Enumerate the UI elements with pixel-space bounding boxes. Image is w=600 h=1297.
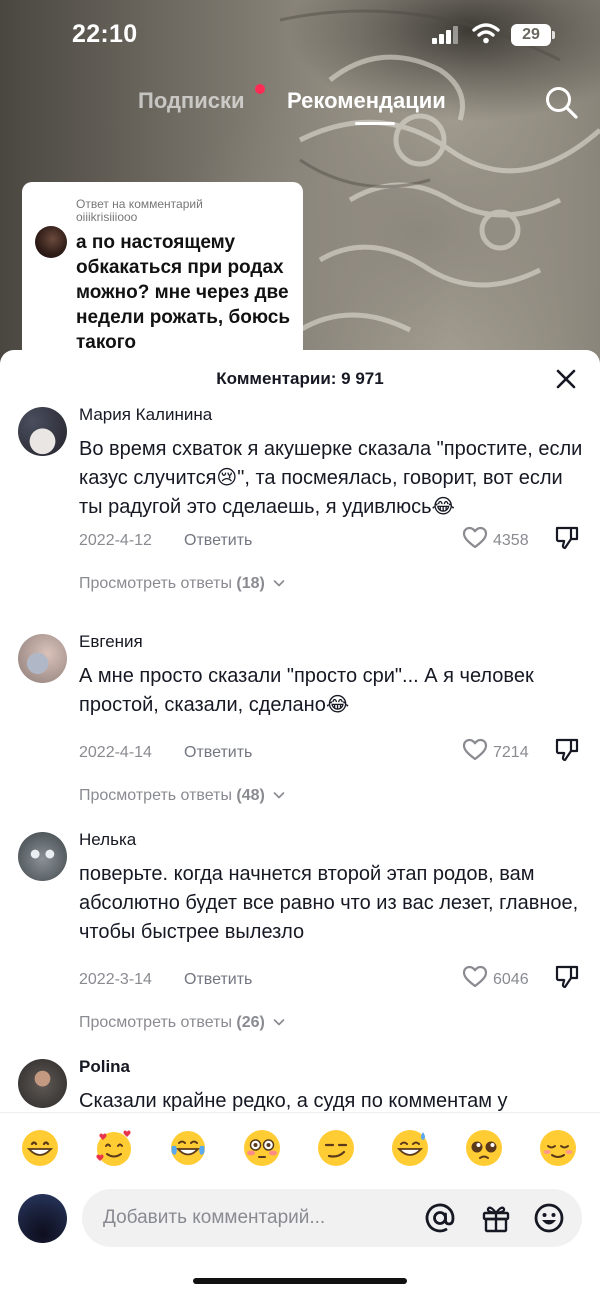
grinning-face-emoji[interactable] xyxy=(20,1128,60,1168)
smiling-face-with-hearts-emoji[interactable] xyxy=(94,1128,134,1168)
comment-text: поверьте. когда начнется второй этап род… xyxy=(79,863,579,943)
comment-input[interactable]: Добавить комментарий... xyxy=(82,1189,582,1247)
view-replies-button[interactable]: Просмотреть ответы (48) xyxy=(79,787,285,805)
emoji-picker-icon[interactable] xyxy=(533,1202,565,1234)
view-replies-label: Просмотреть ответы xyxy=(79,1014,232,1031)
comment-item: Евгения А мне просто сказали "просто сри… xyxy=(0,631,600,829)
heart-icon[interactable] xyxy=(462,964,488,990)
view-replies-label: Просмотреть ответы xyxy=(79,787,232,804)
reply-username: oiiikrisiiiooo xyxy=(76,210,138,224)
comment-text: Во время схваток я акушерке сказала "про… xyxy=(79,438,583,518)
active-tab-indicator xyxy=(355,122,395,125)
status-time: 22:10 xyxy=(72,20,138,48)
smirking-face-emoji[interactable] xyxy=(316,1128,356,1168)
comments-list[interactable]: Мария Калинина Во время схваток я акушер… xyxy=(0,404,600,1112)
tab-for-you[interactable]: Рекомендации xyxy=(287,88,446,114)
comment-date: 2022-4-14 xyxy=(79,744,152,761)
chevron-down-icon xyxy=(273,1019,285,1026)
chevron-down-icon xyxy=(273,580,285,587)
battery-indicator: 29 xyxy=(511,24,551,46)
signal-icon xyxy=(432,26,458,44)
view-replies-button[interactable]: Просмотреть ответы (26) xyxy=(79,1014,285,1032)
comments-title: Комментарии: 9 971 xyxy=(216,369,384,388)
heart-icon[interactable] xyxy=(462,525,488,551)
reply-avatar xyxy=(35,226,67,258)
comments-sheet: Комментарии: 9 971 Мария Калинина Во вре… xyxy=(0,350,600,1297)
comment-item: Мария Калинина Во время схваток я акушер… xyxy=(0,404,600,631)
chevron-down-icon xyxy=(273,792,285,799)
like-count: 7214 xyxy=(493,744,529,761)
replies-count: (18) xyxy=(236,575,265,592)
comment-author[interactable]: Евгения xyxy=(79,632,143,652)
wifi-icon xyxy=(472,23,500,44)
comment-text: А мне просто сказали "просто сри"... А я… xyxy=(79,665,534,716)
heart-icon[interactable] xyxy=(462,737,488,763)
comment-date: 2022-4-12 xyxy=(79,532,152,549)
comment-date: 2022-3-14 xyxy=(79,971,152,988)
avatar[interactable] xyxy=(18,1059,67,1108)
avatar[interactable] xyxy=(18,407,67,456)
like-count: 4358 xyxy=(493,532,529,549)
gift-icon[interactable] xyxy=(480,1202,512,1234)
comment-author[interactable]: Мария Калинина xyxy=(79,405,212,425)
mention-icon[interactable] xyxy=(424,1202,456,1234)
search-icon[interactable] xyxy=(543,84,579,120)
new-content-dot xyxy=(255,84,265,94)
quick-emoji-bar xyxy=(0,1112,600,1182)
home-indicator[interactable] xyxy=(193,1278,407,1284)
dislike-icon[interactable] xyxy=(555,964,579,990)
flushed-face-emoji[interactable] xyxy=(242,1128,282,1168)
relieved-face-emoji[interactable] xyxy=(538,1128,578,1168)
comment-input-bar: Добавить комментарий... xyxy=(0,1182,600,1297)
battery-tip xyxy=(552,31,555,39)
top-tabs: Подписки Рекомендации xyxy=(0,84,600,134)
avatar[interactable] xyxy=(18,634,67,683)
tears-of-joy-emoji[interactable] xyxy=(168,1128,208,1168)
comment-author[interactable]: Нелька xyxy=(79,830,136,850)
comment-author[interactable]: Polina xyxy=(79,1057,130,1077)
dislike-icon[interactable] xyxy=(555,737,579,763)
comment-item: Нелька поверьте. когда начнется второй э… xyxy=(0,829,600,1056)
comment-item: Polina Сказали крайне редко, а судя по к… xyxy=(0,1056,600,1112)
close-icon[interactable] xyxy=(554,367,578,391)
replies-count: (48) xyxy=(236,787,265,804)
like-count: 6046 xyxy=(493,971,529,988)
reply-quoted-text: а по настоящему обкакаться при родах мож… xyxy=(76,232,291,353)
reply-button[interactable]: Ответить xyxy=(184,744,252,762)
avatar[interactable] xyxy=(18,1194,67,1243)
view-replies-button[interactable]: Просмотреть ответы (18) xyxy=(79,575,285,593)
reply-button[interactable]: Ответить xyxy=(184,532,252,550)
replies-count: (26) xyxy=(236,1014,265,1031)
status-bar: 22:10 29 xyxy=(0,0,600,70)
reply-button[interactable]: Ответить xyxy=(184,971,252,989)
view-replies-label: Просмотреть ответы xyxy=(79,575,232,592)
dislike-icon[interactable] xyxy=(555,525,579,551)
pleading-face-emoji[interactable] xyxy=(464,1128,504,1168)
comment-text: Сказали крайне редко, а судя по коммента… xyxy=(79,1090,508,1112)
grinning-sweat-emoji[interactable] xyxy=(390,1128,430,1168)
avatar[interactable] xyxy=(18,832,67,881)
tab-following[interactable]: Подписки xyxy=(138,88,245,114)
comment-input-placeholder: Добавить комментарий... xyxy=(103,1207,326,1228)
